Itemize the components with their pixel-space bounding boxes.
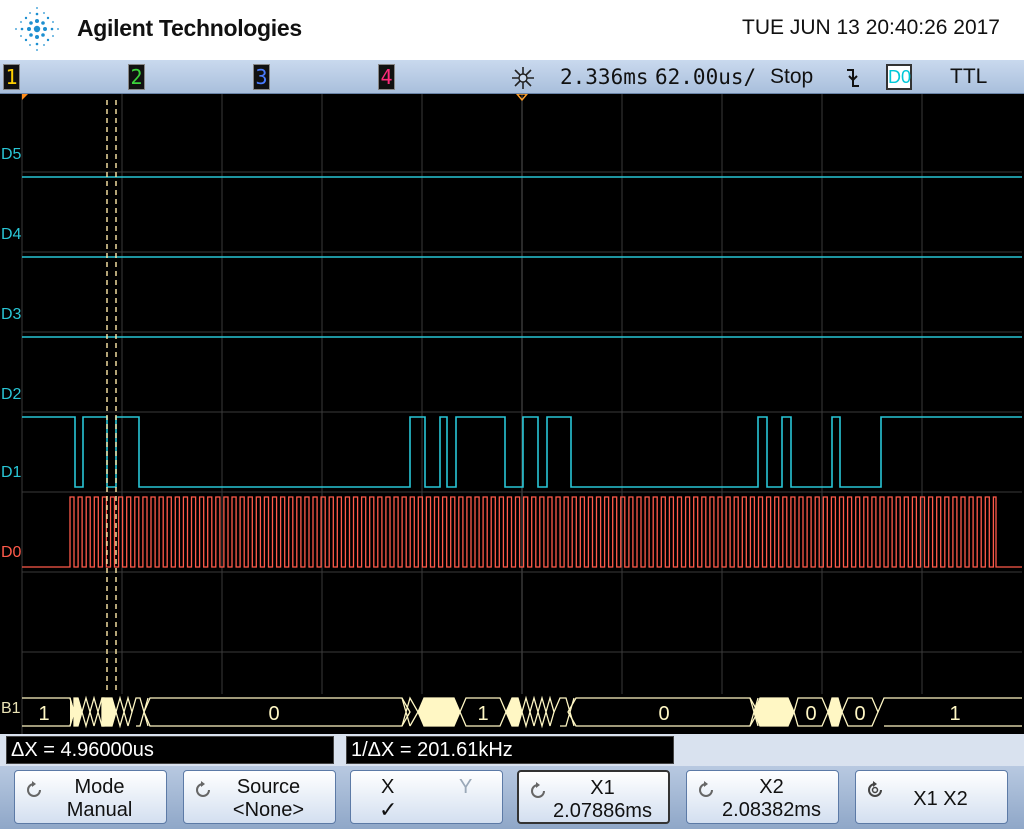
delta-x-readout: ΔX = 4.96000us [6, 736, 334, 764]
x2-value: 2.08382ms [722, 799, 821, 821]
x1-x2-label: X1 X2 [913, 788, 968, 810]
check-icon: ✓ [379, 797, 398, 822]
x2-softkey[interactable]: X2 2.08382ms [686, 770, 839, 824]
x2-label: X2 [759, 776, 784, 798]
x-option: X [381, 776, 395, 798]
waveform-canvas: 1 0 1 0 0 0 1 [21, 94, 1022, 734]
bus-value: 0 [658, 703, 669, 725]
mode-softkey[interactable]: Mode Manual [14, 770, 167, 824]
mode-label: Mode [74, 776, 125, 798]
softkey-bar: Mode Manual Source <None> X Y ✓ X1 2.078… [0, 766, 1024, 829]
x1-value: 2.07886ms [553, 800, 652, 822]
time-scale: 62.00us/ [655, 65, 757, 89]
status-bar: 1 2 3 4 2.336ms 62.00us/ Stop D0 TTL [0, 60, 1024, 94]
channel-2-badge[interactable]: 2 [128, 64, 145, 90]
source-label: Source [236, 776, 301, 798]
d4-label[interactable]: D4 [1, 226, 21, 244]
time-position: 2.336ms [560, 65, 649, 89]
measurement-bar: ΔX = 4.96000us 1/ΔX = 201.61kHz [0, 734, 1024, 766]
bus-label[interactable]: B1 [1, 700, 21, 718]
y-option: Y [459, 776, 473, 798]
brand-name: Agilent Technologies [77, 15, 302, 41]
bus-value: 1 [477, 703, 488, 725]
trigger-source-badge[interactable]: D0 [886, 64, 912, 90]
bus-value: 0 [805, 703, 816, 725]
d3-label[interactable]: D3 [1, 306, 21, 324]
agilent-logo-icon [15, 7, 59, 51]
date-time: TUE JUN 13 20:40:26 2017 [742, 16, 1000, 39]
d0-label[interactable]: D0 [1, 544, 21, 562]
bus-b1-trace [22, 695, 1022, 729]
source-softkey[interactable]: Source <None> [183, 770, 336, 824]
trigger-position-marker [22, 94, 28, 100]
falling-edge-trigger-icon [847, 69, 859, 87]
bus-value: 0 [268, 703, 279, 725]
graticule [21, 94, 1022, 734]
x1-x2-softkey[interactable]: X1 X2 [855, 770, 1008, 824]
bus-value: 1 [38, 703, 49, 725]
time-reference-icon [512, 67, 534, 89]
channel-1-badge[interactable]: 1 [3, 64, 20, 90]
mode-value: Manual [66, 799, 133, 821]
channel-3-badge[interactable]: 3 [253, 64, 270, 90]
x1-softkey[interactable]: X1 2.07886ms [517, 770, 670, 824]
d1-label[interactable]: D1 [1, 464, 21, 482]
x1-label: X1 [590, 777, 615, 799]
bus-value: 1 [949, 703, 960, 725]
waveform-display[interactable]: 1 0 1 0 0 0 1 D5 D4 D3 D2 D1 D0 B1 [0, 94, 1024, 734]
channel-4-badge[interactable]: 4 [378, 64, 395, 90]
d2-label[interactable]: D2 [1, 386, 21, 404]
xy-softkey[interactable]: X Y ✓ [350, 770, 503, 824]
header-bar: Agilent Technologies TUE JUN 13 20:40:26… [0, 0, 1024, 60]
source-value: <None> [232, 799, 305, 821]
trigger-level: TTL [950, 65, 988, 88]
bus-value: 0 [854, 703, 865, 725]
run-state: Stop [770, 65, 814, 88]
inverse-delta-x-readout: 1/ΔX = 201.61kHz [346, 736, 674, 764]
d5-label[interactable]: D5 [1, 146, 21, 164]
